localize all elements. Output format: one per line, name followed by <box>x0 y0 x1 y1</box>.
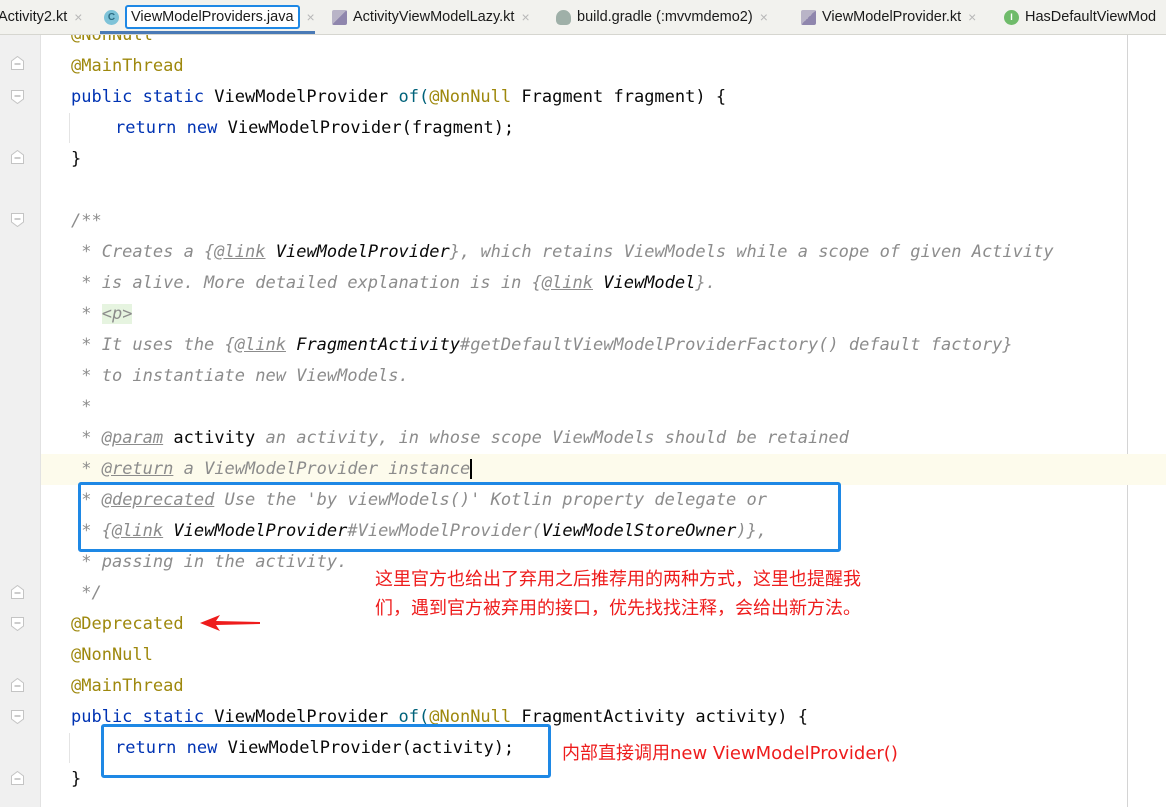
tab-build-gradle[interactable]: build.gradle (:mvvmdemo2) × <box>556 0 768 34</box>
fold-start-icon[interactable] <box>11 710 24 724</box>
comment-line: * It uses the {@link FragmentActivity#ge… <box>71 335 1013 355</box>
kotlin-file-icon <box>332 9 347 25</box>
comment-line: * <box>71 397 92 417</box>
red-arrow-icon <box>200 615 260 631</box>
java-class-icon: C <box>104 9 119 25</box>
close-icon[interactable]: × <box>760 9 768 25</box>
tab-activityviewmodellazy[interactable]: ActivityViewModelLazy.kt × <box>332 0 530 34</box>
comment-line: * to instantiate new ViewModels. <box>71 366 409 386</box>
tab-label: build.gradle (:mvvmdemo2) <box>577 9 753 25</box>
comment-line: * <p> <box>71 304 133 324</box>
code-line: @MainThread <box>71 56 184 76</box>
code-line: public static ViewModelProvider of(@NonN… <box>71 87 727 107</box>
tab-viewmodelproviders[interactable]: C ViewModelProviders.java × <box>100 0 315 34</box>
code-line: return new ViewModelProvider(fragment); <box>115 118 515 138</box>
current-line: * @return a ViewModelProvider instance <box>41 454 1166 485</box>
interface-icon: I <box>1004 9 1019 25</box>
close-icon[interactable]: × <box>307 9 315 25</box>
comment-line: /** <box>71 211 102 231</box>
comment-line: * is alive. More detailed explanation is… <box>71 273 716 293</box>
tab-hasdefaultviewmodel[interactable]: I HasDefaultViewMod <box>1004 0 1156 34</box>
fold-end-icon[interactable] <box>11 678 24 692</box>
tab-viewmodelprovider-kt[interactable]: ViewModelProvider.kt × <box>801 0 976 34</box>
fold-end-icon[interactable] <box>11 56 24 70</box>
code-line: @MainThread <box>71 676 184 696</box>
close-icon[interactable]: × <box>968 9 976 25</box>
comment-line: * Creates a {@link ViewModelProvider}, w… <box>71 242 1054 262</box>
editor-tab-bar: Activity2.kt × C ViewModelProviders.java… <box>0 0 1166 35</box>
code-line: @NonNull <box>71 35 153 45</box>
deprecated-highlight-box <box>78 482 841 552</box>
annotation-note-deprecated: 这里官方也给出了弃用之后推荐用的两种方式，这里也提醒我 们，遇到官方被弃用的接口… <box>375 569 861 619</box>
fold-end-icon[interactable] <box>11 150 24 164</box>
return-highlight-box <box>101 724 551 778</box>
code-editor[interactable]: @NonNull @MainThread public static ViewM… <box>41 35 1166 807</box>
tab-label: HasDefaultViewMod <box>1025 9 1157 25</box>
indent-guide <box>69 733 70 763</box>
code-line: @Deprecated <box>71 614 184 634</box>
annotation-note-return: 内部直接调用new ViewModelProvider() <box>562 743 898 764</box>
code-line: @NonNull <box>71 645 153 665</box>
editor-gutter <box>0 35 41 807</box>
close-icon[interactable]: × <box>74 9 82 25</box>
fold-end-icon[interactable] <box>11 585 24 599</box>
gradle-icon <box>556 9 571 25</box>
tab-label: Activity2.kt <box>0 9 68 25</box>
text-caret <box>470 459 473 479</box>
right-margin-guide <box>1127 35 1128 807</box>
comment-line: */ <box>71 583 102 603</box>
tab-activity2[interactable]: Activity2.kt × <box>0 0 82 34</box>
fold-start-icon[interactable] <box>11 90 24 104</box>
fold-start-icon[interactable] <box>11 213 24 227</box>
close-icon[interactable]: × <box>521 9 529 25</box>
tab-label: ActivityViewModelLazy.kt <box>353 9 515 25</box>
fold-start-icon[interactable] <box>11 617 24 631</box>
code-line: } <box>71 149 82 169</box>
comment-line: * @param activity an activity, in whose … <box>71 428 849 448</box>
code-line: } <box>71 769 82 789</box>
indent-guide <box>69 113 70 143</box>
tab-label: ViewModelProviders.java <box>125 5 300 29</box>
kotlin-file-icon <box>801 9 816 25</box>
tab-label: ViewModelProvider.kt <box>822 9 962 25</box>
fold-end-icon[interactable] <box>11 771 24 785</box>
